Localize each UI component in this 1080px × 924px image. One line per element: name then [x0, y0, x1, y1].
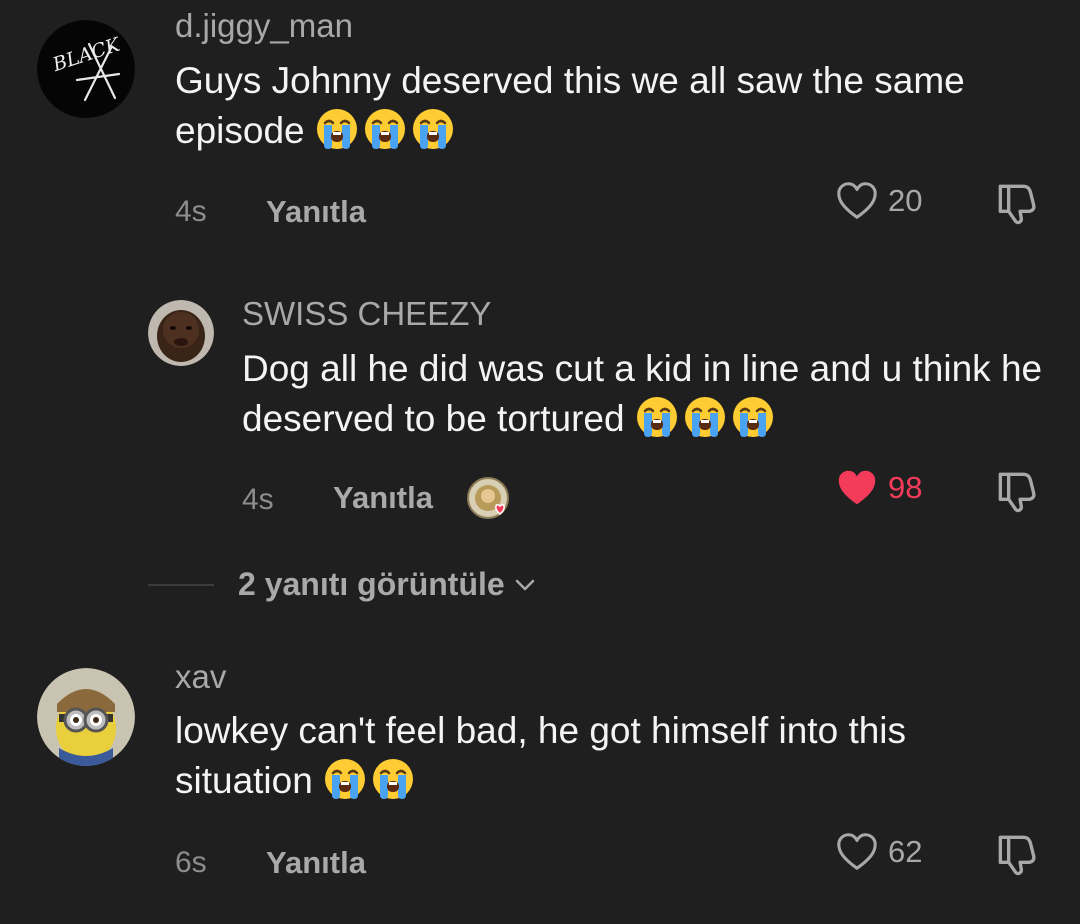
reply-button[interactable]: Yanıtla: [333, 478, 433, 518]
avatar-photo-icon: [148, 300, 214, 366]
like-button[interactable]: 62: [834, 827, 922, 877]
timestamp: 4s: [242, 483, 274, 516]
crying-emoji-icon: [323, 757, 367, 801]
avatar[interactable]: [148, 300, 214, 366]
like-count: 62: [888, 834, 923, 869]
thumbs-down-icon[interactable]: [992, 466, 1042, 516]
view-replies-button[interactable]: 2 yanıtı görüntüle: [148, 566, 539, 603]
view-replies-label: 2 yanıtı görüntüle: [238, 566, 505, 602]
like-count: 20: [888, 183, 923, 218]
chevron-down-icon: [515, 579, 534, 590]
divider: [148, 583, 214, 586]
heart-outline-icon: [834, 829, 880, 875]
comment-body: Guys Johnny deserved this we all saw the…: [175, 60, 965, 151]
avatar[interactable]: BLACK: [37, 20, 135, 118]
timestamp: 4s: [175, 195, 207, 228]
reply-button[interactable]: Yanıtla: [266, 192, 366, 232]
crying-emoji-icon: [635, 395, 679, 439]
comment-text: Guys Johnny deserved this we all saw the…: [175, 56, 1035, 156]
black-logo-icon: BLACK: [37, 20, 135, 118]
crying-emoji-icon: [371, 757, 415, 801]
crying-emoji-icon: [315, 107, 359, 151]
like-button[interactable]: 20: [834, 176, 922, 226]
crying-emoji-icon: [363, 107, 407, 151]
thumbs-down-icon[interactable]: [992, 178, 1042, 228]
avatar[interactable]: [37, 668, 135, 766]
minion-avatar-icon: [37, 668, 135, 766]
creator-liked-avatar-icon: [467, 477, 509, 519]
crying-emoji-icon: [683, 395, 727, 439]
like-button[interactable]: 98: [834, 463, 922, 513]
comment-text: Dog all he did was cut a kid in line and…: [242, 344, 1052, 444]
reply-button[interactable]: Yanıtla: [266, 843, 366, 883]
heart-filled-icon: [834, 465, 880, 511]
heart-outline-icon: [834, 178, 880, 224]
comments-screen: BLACK d.jiggy_man Guys Johnny deserved t…: [0, 0, 1080, 924]
thumbs-down-icon[interactable]: [992, 829, 1042, 879]
username[interactable]: xav: [175, 657, 226, 697]
username[interactable]: SWISS CHEEZY: [242, 294, 491, 334]
timestamp: 6s: [175, 846, 207, 879]
username[interactable]: d.jiggy_man: [175, 6, 353, 46]
crying-emoji-icon: [411, 107, 455, 151]
comment-body: lowkey can't feel bad, he got himself in…: [175, 710, 907, 801]
like-count: 98: [888, 470, 923, 505]
comment-text: lowkey can't feel bad, he got himself in…: [175, 706, 995, 806]
crying-emoji-icon: [731, 395, 775, 439]
